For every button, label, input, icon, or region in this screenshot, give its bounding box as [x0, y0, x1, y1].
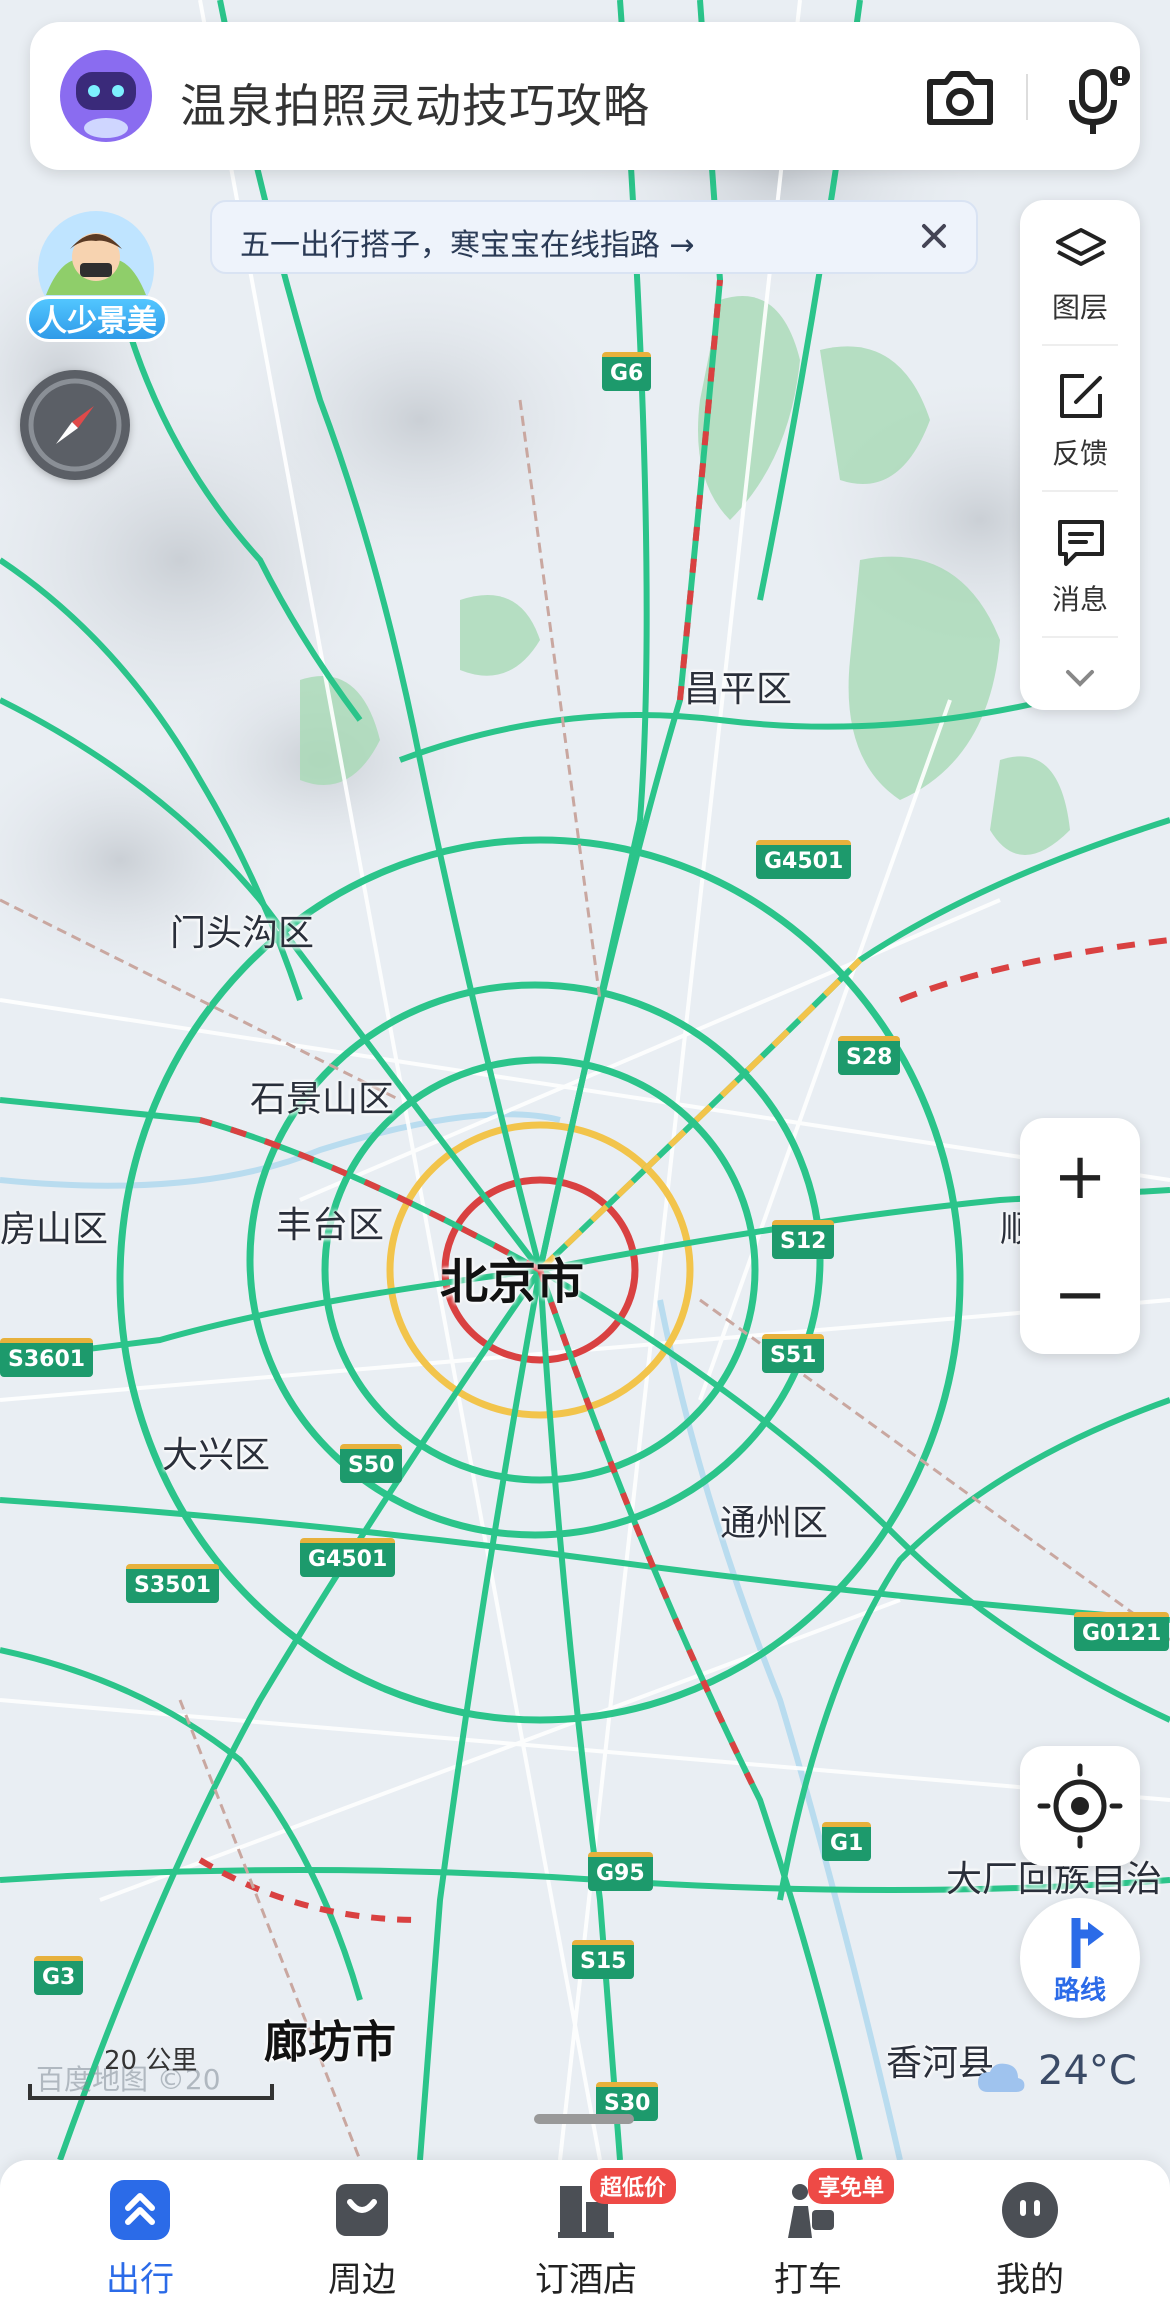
road-shield: G4501	[300, 1538, 396, 1577]
feedback-label: 反馈	[1051, 437, 1108, 470]
road-shield: G6	[602, 352, 652, 391]
mascot-label[interactable]: 人少景美	[26, 296, 168, 342]
close-icon[interactable]	[912, 214, 956, 258]
home-indicator	[534, 2114, 634, 2124]
route-label: 路线	[1053, 1976, 1106, 2006]
zoom-in-button[interactable]: +	[1020, 1118, 1140, 1236]
place-label-fangshan: 房山区	[0, 1209, 109, 1250]
shopping-bag-icon	[336, 2184, 388, 2236]
road-shield: S12	[772, 1220, 835, 1259]
map-scale: 20 公里	[28, 2040, 278, 2100]
cloud-icon	[978, 2063, 1025, 2092]
road-shield: G3	[34, 1956, 84, 1995]
tab-label: 出行	[106, 2260, 174, 2300]
road-shield: S3601	[0, 1338, 94, 1377]
tab-label: 打车	[774, 2260, 842, 2300]
road-shield: S15	[572, 1940, 635, 1979]
zoom-out-button[interactable]: −	[1020, 1236, 1140, 1354]
layers-button[interactable]: 图层	[1020, 200, 1140, 340]
road-shield: S3501	[126, 1564, 220, 1603]
tab-travel[interactable]: 出行	[40, 2180, 240, 2310]
chevron-down-icon[interactable]	[1062, 666, 1098, 690]
assistant-avatar-icon[interactable]	[56, 46, 156, 146]
place-label-tongzhou: 通州区	[720, 1503, 829, 1544]
road-shield: S51	[762, 1334, 825, 1373]
road-shield: S50	[340, 1444, 403, 1483]
place-label-beijing: 北京市	[440, 1254, 585, 1310]
layers-label: 图层	[1051, 291, 1108, 324]
compass-icon	[28, 378, 122, 472]
search-query[interactable]: 温泉拍照灵动技巧攻略	[180, 70, 650, 136]
road-shield: G4501	[756, 840, 852, 879]
messages-label: 消息	[1051, 583, 1108, 616]
promo-tip-text[interactable]: 五一出行搭子，寒宝宝在线指路 →	[240, 220, 695, 264]
search-divider	[1026, 74, 1028, 120]
place-label-changping: 昌平区	[684, 669, 793, 710]
messages-button[interactable]: 消息	[1020, 492, 1140, 632]
road-shield: G95	[588, 1852, 653, 1891]
message-icon	[1058, 520, 1104, 566]
locate-button[interactable]	[1020, 1746, 1140, 1866]
camera-icon[interactable]	[920, 62, 1000, 132]
map-roads	[0, 0, 1170, 2160]
tab-taxi[interactable]: 享免单 打车	[708, 2168, 908, 2310]
tab-profile[interactable]: 我的	[930, 2180, 1130, 2310]
place-label-fengtai: 丰台区	[276, 1205, 385, 1246]
profile-icon	[1002, 2182, 1058, 2238]
panel-divider	[1042, 636, 1118, 638]
compass-button[interactable]	[20, 370, 130, 480]
road-shield: G0121	[1074, 1612, 1170, 1651]
place-label-daxing: 大兴区	[162, 1435, 271, 1476]
road-shield: G1	[822, 1822, 872, 1861]
route-button[interactable]: 路线	[1020, 1898, 1140, 2018]
travel-icon	[110, 2180, 170, 2240]
zoom-control: + −	[1020, 1118, 1140, 1354]
tab-nearby[interactable]: 周边	[262, 2180, 462, 2310]
place-label-langfang: 廊坊市	[264, 2017, 396, 2068]
promo-tip-banner[interactable]: 五一出行搭子，寒宝宝在线指路 →	[210, 200, 978, 274]
tab-hotel[interactable]: 超低价 订酒店	[486, 2168, 686, 2310]
edit-icon	[1060, 374, 1102, 418]
map-tools-panel: 图层 反馈 消息	[1020, 200, 1140, 710]
tab-label: 周边	[328, 2260, 396, 2300]
scale-label: 20 公里	[104, 2046, 198, 2076]
tab-label: 我的	[996, 2260, 1064, 2300]
place-label-shijingshan: 石景山区	[250, 1079, 395, 1120]
crosshair-icon	[1037, 1763, 1123, 1849]
hotel-badge: 超低价	[590, 2168, 677, 2204]
feedback-button[interactable]: 反馈	[1020, 346, 1140, 486]
bottom-tab-bar: 出行 周边 超低价 订酒店 享免单 打车 我的	[0, 2160, 1170, 2320]
microphone-icon[interactable]	[1054, 62, 1134, 142]
map-canvas[interactable]: 昌平区 门头沟区 石景山区 房山区 丰台区 北京市 大兴区 通州区 廊坊市 香河…	[0, 0, 1170, 2160]
road-shield: S28	[838, 1036, 901, 1075]
scale-bar	[28, 2084, 274, 2100]
route-arrow-icon	[1071, 1918, 1104, 1968]
weather-temp: 24°C	[1038, 2048, 1137, 2094]
search-bar[interactable]: 温泉拍照灵动技巧攻略	[30, 22, 1140, 170]
layers-icon	[1056, 228, 1106, 266]
tab-label: 订酒店	[535, 2260, 637, 2300]
taxi-badge: 享免单	[808, 2168, 895, 2204]
place-label-mentougou: 门头沟区	[170, 913, 315, 954]
